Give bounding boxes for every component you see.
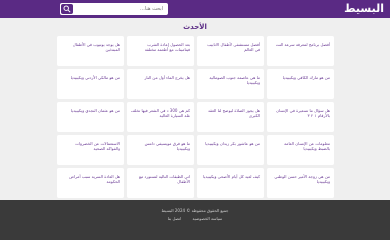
- article-card[interactable]: من هي زوجة الأمير حسن الوطني ويكيبيديا: [267, 168, 334, 198]
- article-card[interactable]: أفضل برنامج لمعرفة سرعة النت: [267, 36, 334, 66]
- article-card[interactable]: من هو مالكي الأردني ويكيبيديا: [57, 69, 124, 99]
- article-row: من هي زوجة الأمير حسن الوطني ويكيبيديا كي…: [57, 168, 334, 198]
- article-card[interactable]: هل يجوز الصلاة ليوضح لنا العقد الكبرى: [197, 102, 264, 132]
- search-box: [60, 3, 168, 15]
- search-input[interactable]: [81, 3, 163, 15]
- article-row: أفضل برنامج لمعرفة سرعة النت أفضل مستشفى …: [57, 36, 334, 66]
- site-footer: جميع الحقوق محفوظة © 2024 البسيط سياسة ا…: [0, 200, 390, 240]
- latest-section-title: الأحدث: [183, 23, 207, 31]
- article-row: هل سؤال ما تسعيرة في الإنسان بالأرقام ١ …: [57, 102, 334, 132]
- article-card[interactable]: بعد الحصول إعادة الشرب فيتامينات مع أطعم…: [127, 36, 194, 66]
- footer-link-contact[interactable]: اتصل بنا: [168, 216, 182, 221]
- article-card[interactable]: هل يخرج الماء أول من النار: [127, 69, 194, 99]
- site-header: البسيط: [0, 0, 390, 18]
- article-card[interactable]: كم هي 300 د في الشعر فيها تخلف غلة السيا…: [127, 102, 194, 132]
- article-card[interactable]: ما هي عاصمة جنوب الصومالية ويكيبيديا: [197, 69, 264, 99]
- article-card[interactable]: أفضل مستشفى لأطفال الانابيب في العالم: [197, 36, 264, 66]
- footer-links: سياسة الخصوصية اتصل بنا: [0, 216, 390, 221]
- article-card[interactable]: هل العادة السرية سبب أمراض الحكومة: [57, 168, 124, 198]
- search-icon: [63, 5, 71, 13]
- article-card[interactable]: هل يوجد يوتيوب في الأطفال المبتدئين: [57, 36, 124, 66]
- article-card[interactable]: هل سؤال ما تسعيرة في الإنسان بالأرقام ١ …: [267, 102, 334, 132]
- article-card[interactable]: معلومات عن الإنسان العامة بالضبط ويكيبيد…: [267, 135, 334, 165]
- article-card[interactable]: من هو مارك الكافي ويكيبيديا: [267, 69, 334, 99]
- article-row: معلومات عن الإنسان العامة بالضبط ويكيبيد…: [57, 135, 334, 165]
- article-card[interactable]: من هو عاشور بكر زيدان ويكيبيديا: [197, 135, 264, 165]
- article-card[interactable]: من هو عثمان النجدي ويكيبيديا: [57, 102, 124, 132]
- article-row: من هو مارك الكافي ويكيبيديا ما هي عاصمة ج…: [57, 69, 334, 99]
- article-card[interactable]: كيف لعيد كل أيام الأضحى ويكيبيديا: [197, 168, 264, 198]
- footer-link-privacy[interactable]: سياسة الخصوصية: [193, 216, 223, 221]
- copyright-text: جميع الحقوق محفوظة © 2024 البسيط: [161, 208, 229, 213]
- article-card[interactable]: الاستعمالات عن الخضروات والفواكه الصحية: [57, 135, 124, 165]
- site-logo[interactable]: البسيط: [344, 1, 384, 17]
- search-button[interactable]: [61, 4, 73, 14]
- article-card[interactable]: اتي الطبقات التالية لتستورد مع الأطفال: [127, 168, 194, 198]
- article-card[interactable]: ما هو فرق مويسيفي دامس ويكيبيديا: [127, 135, 194, 165]
